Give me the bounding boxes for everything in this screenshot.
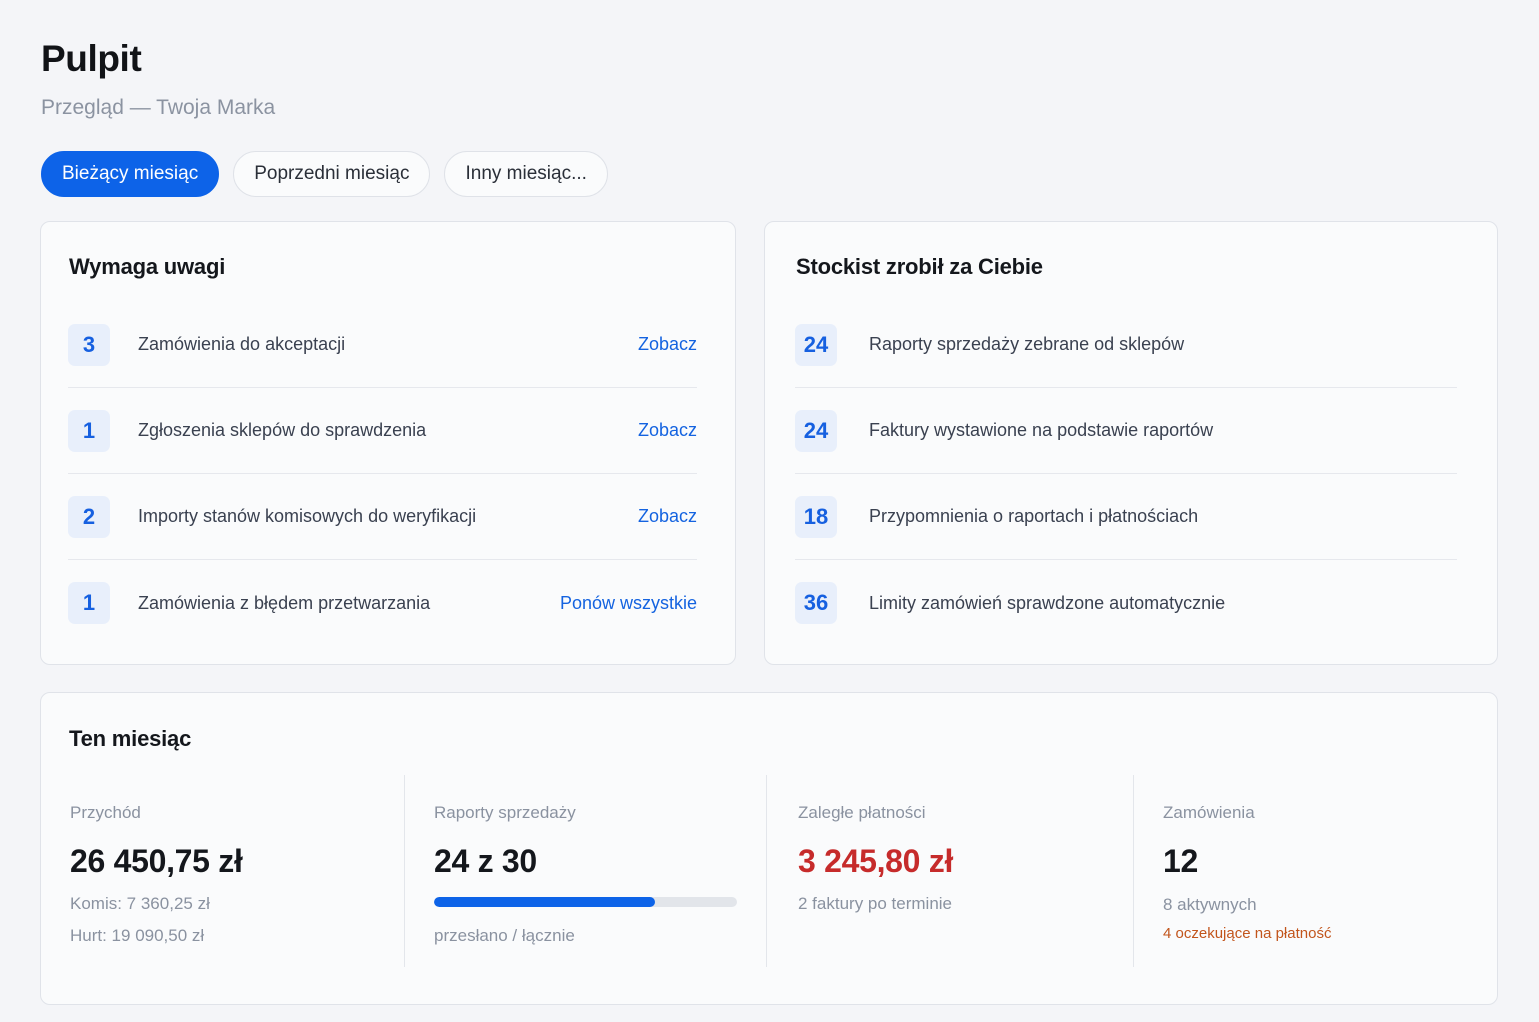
- attention-title: Wymaga uwagi: [69, 254, 226, 279]
- revenue-value: 26 450,75 zł: [70, 843, 243, 879]
- list-item-label: Faktury wystawione na podstawie raportów: [869, 420, 1214, 440]
- count-badge: 1: [68, 582, 110, 624]
- automation-card: Stockist zrobił za Ciebie 24 Raporty spr…: [764, 221, 1498, 665]
- sales-reports-label: Raporty sprzedaży: [434, 803, 576, 822]
- revenue-consignment: Komis: 7 360,25 zł: [70, 894, 210, 913]
- metric-divider: [1133, 775, 1134, 967]
- orders-metric: Zamówienia 12 8 aktywnych 4 oczekujące n…: [1163, 775, 1473, 967]
- count-badge: 2: [68, 495, 110, 538]
- overdue-label: Zaległe płatności: [798, 803, 926, 822]
- count-badge: 3: [68, 323, 110, 366]
- metric-divider: [766, 775, 767, 967]
- overdue-caption: 2 faktury po terminie: [798, 894, 953, 913]
- attention-item-failed-orders: 1 Zamówienia z błędem przetwarzania Ponó…: [68, 560, 697, 646]
- list-item-label: Raporty sprzedaży zebrane od sklepów: [869, 334, 1185, 354]
- attention-item-orders-acceptance: 3 Zamówienia do akceptacji Zobacz: [68, 302, 697, 388]
- retry-all-link[interactable]: Ponów wszystkie: [560, 593, 697, 614]
- page-subtitle: Przegląd — Twoja Marka: [41, 96, 276, 119]
- tab-other-month[interactable]: Inny miesiąc...: [444, 151, 608, 197]
- automation-item-invoices: 24 Faktury wystawione na podstawie rapor…: [795, 388, 1457, 474]
- automation-title: Stockist zrobił za Ciebie: [796, 254, 1043, 279]
- attention-item-store-applications: 1 Zgłoszenia sklepów do sprawdzenia Zoba…: [68, 388, 697, 474]
- list-item-label: Limity zamówień sprawdzone automatycznie: [869, 592, 1226, 613]
- attention-card: Wymaga uwagi 3 Zamówienia do akceptacji …: [40, 221, 736, 665]
- revenue-label: Przychód: [70, 803, 141, 822]
- sales-reports-value: 24 z 30: [434, 843, 537, 879]
- view-link[interactable]: Zobacz: [638, 506, 697, 527]
- metric-divider: [404, 775, 405, 967]
- list-item-label: Zgłoszenia sklepów do sprawdzenia: [138, 420, 427, 440]
- revenue-wholesale: Hurt: 19 090,50 zł: [70, 926, 205, 945]
- orders-label: Zamówienia: [1163, 803, 1255, 822]
- orders-value: 12: [1163, 843, 1198, 879]
- tab-current-month[interactable]: Bieżący miesiąc: [41, 151, 220, 197]
- list-item-label: Przypomnienia o raportach i płatnościach: [869, 506, 1199, 526]
- count-badge: 24: [795, 323, 837, 366]
- count-badge: 36: [795, 582, 837, 624]
- tab-previous-month[interactable]: Poprzedni miesiąc: [233, 151, 431, 197]
- orders-active: 8 aktywnych: [1163, 895, 1257, 914]
- attention-item-consignment-imports: 2 Importy stanów komisowych do weryfikac…: [68, 474, 697, 560]
- list-item-label: Zamówienia z błędem przetwarzania: [138, 592, 431, 613]
- count-badge: 18: [795, 495, 837, 538]
- automation-item-sales-reports: 24 Raporty sprzedaży zebrane od sklepów: [795, 302, 1457, 388]
- dashboard-page: Pulpit Przegląd — Twoja Marka Bieżący mi…: [0, 0, 1539, 1022]
- list-item-label: Importy stanów komisowych do weryfikacji: [138, 506, 477, 526]
- sales-reports-caption: przesłano / łącznie: [434, 926, 575, 945]
- attention-list: 3 Zamówienia do akceptacji Zobacz 1 Zgło…: [68, 302, 697, 646]
- sales-reports-metric: Raporty sprzedaży 24 z 30 przesłano / łą…: [434, 775, 744, 967]
- revenue-metric: Przychód 26 450,75 zł Komis: 7 360,25 zł…: [70, 775, 390, 967]
- list-item-label: Zamówienia do akceptacji: [138, 334, 346, 354]
- page-title: Pulpit: [41, 38, 142, 79]
- orders-pending-payment: 4 oczekujące na płatność: [1163, 925, 1332, 942]
- automation-item-reminders: 18 Przypomnienia o raportach i płatności…: [795, 474, 1457, 560]
- overdue-value: 3 245,80 zł: [798, 843, 954, 879]
- count-badge: 24: [795, 409, 837, 452]
- view-link[interactable]: Zobacz: [638, 334, 697, 355]
- this-month-title: Ten miesiąc: [69, 726, 192, 751]
- sales-reports-progress: [434, 897, 737, 907]
- count-badge: 1: [68, 409, 110, 452]
- overdue-metric: Zaległe płatności 3 245,80 zł 2 faktury …: [798, 775, 1118, 967]
- period-tabs: Bieżący miesiąc Poprzedni miesiąc Inny m…: [41, 151, 608, 197]
- progress-fill: [434, 897, 656, 907]
- automation-item-order-limits: 36 Limity zamówień sprawdzone automatycz…: [795, 560, 1457, 646]
- view-link[interactable]: Zobacz: [638, 420, 697, 441]
- automation-list: 24 Raporty sprzedaży zebrane od sklepów …: [795, 302, 1457, 646]
